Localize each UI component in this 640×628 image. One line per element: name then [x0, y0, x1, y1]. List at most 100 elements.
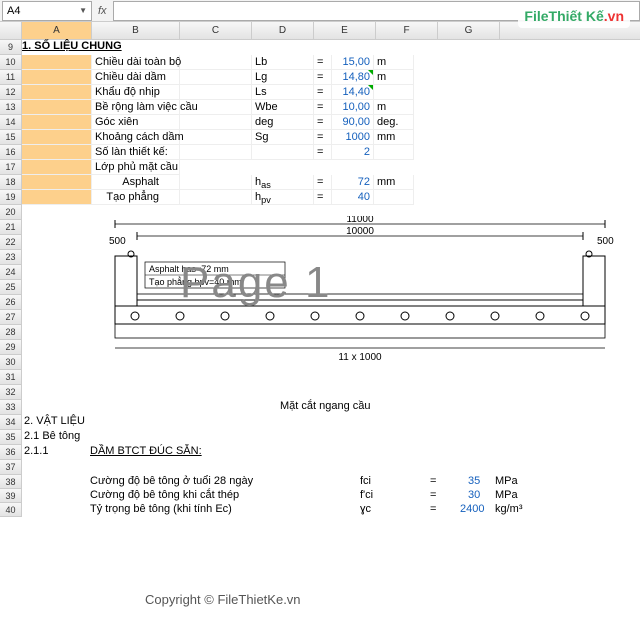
row-header[interactable]: 22 [0, 235, 22, 250]
param-label: Chiều dài toàn bộ [92, 55, 180, 70]
mat-label: Cường độ bê tông ở tuổi 28 ngày [90, 475, 253, 487]
row-header[interactable]: 31 [0, 370, 22, 385]
row-header[interactable]: 25 [0, 280, 22, 295]
param-value: 14,80 [332, 70, 374, 85]
row-header[interactable]: 37 [0, 460, 22, 475]
param-value: 1000 [332, 130, 374, 145]
row-header[interactable]: 15 [0, 130, 22, 145]
param-unit [374, 85, 414, 100]
mat-sym: fci [360, 475, 371, 487]
equals: = [430, 503, 436, 515]
note1: Asphalt has=72 mm [149, 264, 229, 274]
mat-val: 30 [468, 489, 480, 501]
param-value: 10,00 [332, 100, 374, 115]
row-header[interactable]: 39 [0, 489, 22, 503]
equals: = [430, 475, 436, 487]
row-header[interactable]: 10 [0, 55, 22, 70]
cross-section-diagram: 11000 10000 500 500 11 x 1000 Asphalt ha… [95, 216, 625, 366]
dim-top: 11000 [346, 216, 374, 225]
param-value: 14,40 [332, 85, 374, 100]
dim-left: 500 [109, 236, 126, 247]
col-header-F[interactable]: F [376, 22, 438, 39]
param-unit: m [374, 70, 414, 85]
mat-label: Tỷ trọng bê tông (khi tính Ec) [90, 503, 232, 515]
col-header-C[interactable]: C [180, 22, 252, 39]
col-header-D[interactable]: D [252, 22, 314, 39]
row-header[interactable]: 12 [0, 85, 22, 100]
param-label: Góc xiên [92, 115, 180, 130]
param-label: Khẩu độ nhịp [92, 85, 180, 100]
equals: = [314, 85, 332, 100]
row-header[interactable]: 40 [0, 503, 22, 517]
row-header[interactable]: 17 [0, 160, 22, 175]
mat-val: 35 [468, 475, 480, 487]
col-header-B[interactable]: B [92, 22, 180, 39]
site-logo: FileThiết Kế.vn [518, 4, 630, 28]
comment-indicator-icon [368, 70, 373, 75]
row-header[interactable]: 14 [0, 115, 22, 130]
row-header[interactable]: 27 [0, 310, 22, 325]
col-header-A[interactable]: A [22, 22, 92, 39]
section-heading-2: 2. VẬT LIỆU [24, 415, 85, 427]
note2: Tạo phẳng hpv=40 mm [149, 276, 242, 287]
row-header[interactable]: 20 [0, 205, 22, 220]
fx-icon[interactable]: fx [98, 5, 107, 17]
row-header[interactable]: 26 [0, 295, 22, 310]
equals: = [314, 115, 332, 130]
row-header[interactable]: 13 [0, 100, 22, 115]
row-header[interactable]: 9 [0, 40, 22, 55]
name-box-value: A4 [7, 5, 20, 17]
dim-right: 500 [597, 236, 614, 247]
dropdown-icon[interactable]: ▼ [79, 6, 87, 15]
section-heading-2-1: 2.1 Bê tông [24, 430, 80, 442]
section-heading-1: 1. SỐ LIỆU CHUNG [22, 40, 122, 52]
row-header[interactable]: 38 [0, 475, 22, 489]
equals: = [430, 489, 436, 501]
param-symbol: Ls [252, 85, 314, 100]
row-header[interactable]: 23 [0, 250, 22, 265]
row-header[interactable]: 32 [0, 385, 22, 400]
mat-sym: f'ci [360, 489, 373, 501]
equals: = [314, 130, 332, 145]
param-symbol: Lg [252, 70, 314, 85]
row-header[interactable]: 24 [0, 265, 22, 280]
overlay-unit: mm [374, 175, 414, 190]
param-unit: m [374, 55, 414, 70]
row-header[interactable]: 21 [0, 220, 22, 235]
row-header[interactable]: 29 [0, 340, 22, 355]
param-label: Chiều dài dầm [92, 70, 180, 85]
name-box[interactable]: A4 ▼ [2, 1, 92, 21]
mat-unit: MPa [495, 475, 518, 487]
mat-unit: MPa [495, 489, 518, 501]
mat-sym: ɣc [360, 503, 371, 515]
diagram-caption: Mặt cắt ngang cầu [280, 400, 371, 412]
row-header[interactable]: 33 [0, 400, 22, 415]
row-header[interactable]: 34 [0, 415, 22, 430]
overlay-val: 72 [332, 175, 374, 190]
param-unit: mm [374, 130, 414, 145]
param-symbol: Wbe [252, 100, 314, 115]
section-num: 2.1.1 [24, 445, 48, 457]
col-header-E[interactable]: E [314, 22, 376, 39]
equals: = [314, 70, 332, 85]
overlay-sym: hpv [252, 190, 314, 205]
col-header-G[interactable]: G [438, 22, 500, 39]
dim-bottom: 11 x 1000 [338, 352, 382, 363]
mat-unit: kg/m³ [495, 503, 523, 515]
copyright-watermark: Copyright © FileThietKe.vn [145, 592, 301, 607]
row-header[interactable]: 11 [0, 70, 22, 85]
row-header[interactable]: 19 [0, 190, 22, 205]
equals: = [314, 190, 332, 205]
overlay-val: 40 [332, 190, 374, 205]
overlay-sym: has [252, 175, 314, 190]
row-header[interactable]: 36 [0, 445, 22, 460]
param-label: Khoảng cách dầm [92, 130, 180, 145]
row-header[interactable]: 16 [0, 145, 22, 160]
row-header[interactable]: 30 [0, 355, 22, 370]
select-all-corner[interactable] [0, 22, 22, 39]
param-label: Số làn thiết kế: [92, 145, 180, 160]
row-header[interactable]: 35 [0, 430, 22, 445]
row-header[interactable]: 28 [0, 325, 22, 340]
row-header[interactable]: 18 [0, 175, 22, 190]
param-symbol: Lb [252, 55, 314, 70]
